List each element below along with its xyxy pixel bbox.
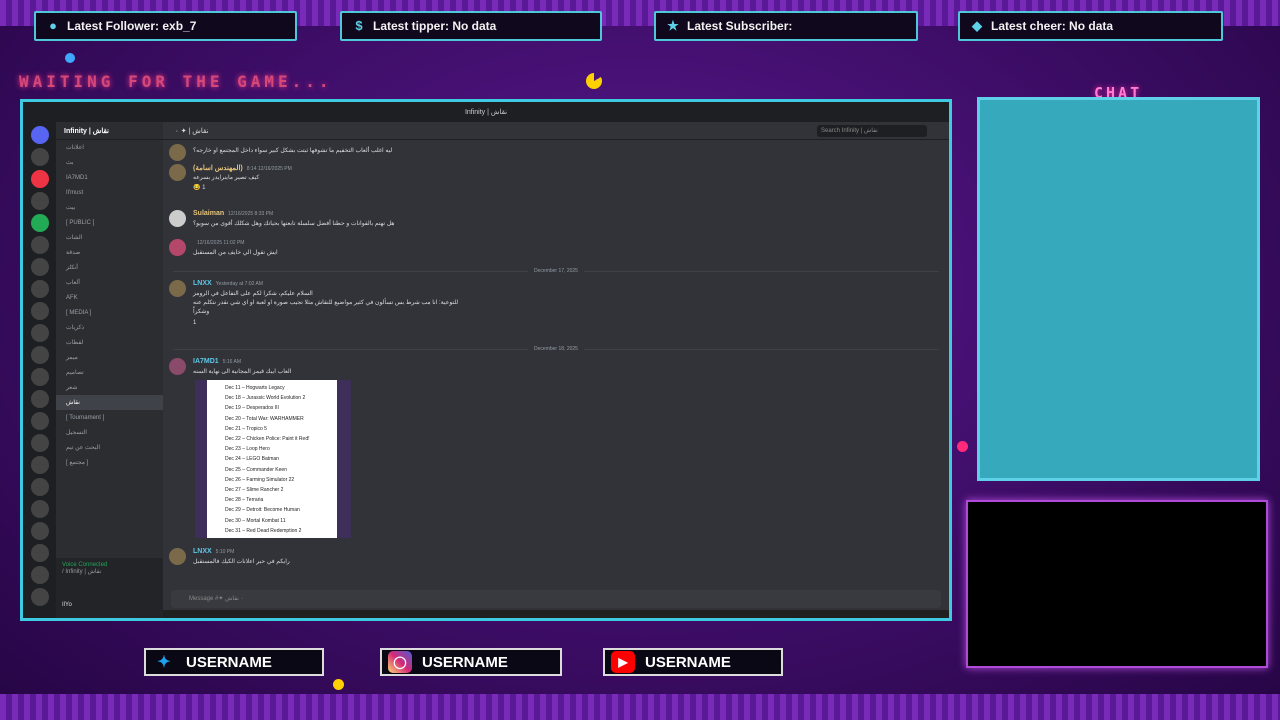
reaction[interactable]: 1	[193, 320, 593, 326]
channel-item[interactable]: بيت	[56, 200, 163, 215]
webcam-box	[966, 500, 1268, 668]
social-youtube: ▶ USERNAME	[603, 648, 783, 676]
instagram-username: USERNAME	[422, 653, 508, 671]
channel-item[interactable]: التسجيل	[56, 425, 163, 440]
user-panel: IlYo	[56, 592, 163, 618]
channel-category[interactable]: [ Tournament ]	[56, 410, 163, 425]
channel-item[interactable]: AFK	[56, 290, 163, 305]
server-list[interactable]	[23, 122, 56, 618]
channel-item[interactable]: لقطات	[56, 335, 163, 350]
channel-item[interactable]: الشات	[56, 230, 163, 245]
server-name[interactable]: Infinity | نقاش	[56, 122, 163, 140]
instagram-icon: ◯	[388, 651, 412, 673]
window-title: Infinity | نقاش	[464, 109, 508, 116]
waiting-text: WAITING FOR THE GAME...	[19, 72, 333, 91]
date-divider: December 18, 2025	[173, 346, 939, 352]
screen-capture-frame: Infinity | نقاش Infinity | نقاش اعلانات …	[20, 99, 952, 621]
channel-item[interactable]: اعلانات	[56, 140, 163, 155]
alert-tipper-label: Latest tipper: No data	[373, 19, 497, 33]
free-games-image[interactable]: Dec 11 – Hogwarts Legacy Dec 18 – Jurassi…	[195, 380, 351, 538]
reaction[interactable]: 😂 1	[193, 184, 593, 191]
pacman-icon	[586, 73, 602, 89]
social-twitter: ✦ USERNAME	[144, 648, 324, 676]
youtube-icon: ▶	[611, 651, 635, 673]
channel-item-selected[interactable]: نقاش	[56, 395, 163, 410]
star-icon: ★	[667, 18, 679, 33]
alert-follower-label: Latest Follower: exb_7	[67, 19, 197, 33]
channel-item[interactable]: أنكلز	[56, 260, 163, 275]
channel-header: نقاش | ✦ ٠ Search Infinity | نقاش	[163, 122, 949, 140]
channel-title: نقاش | ✦ ٠	[175, 127, 209, 135]
channel-item[interactable]: صدقة	[56, 245, 163, 260]
channel-item[interactable]: ألعاب	[56, 275, 163, 290]
channel-item[interactable]: شعر	[56, 380, 163, 395]
channel-category[interactable]: [ مجتمع ]	[56, 455, 163, 470]
pellet-decoration	[333, 679, 344, 690]
alert-follower: ● Latest Follower: exb_7	[34, 11, 297, 41]
user-name[interactable]: IlYo	[62, 602, 72, 608]
ghost-icon	[65, 53, 75, 63]
alert-subscriber-label: Latest Subscriber:	[687, 19, 793, 33]
twitter-icon: ✦	[157, 654, 171, 671]
channel-category[interactable]: [ PUBLIC ]	[56, 215, 163, 230]
diamond-icon: ◆	[972, 18, 982, 33]
alert-cheer-label: Latest cheer: No data	[991, 19, 1114, 33]
voice-panel: Voice Connected / Infinity | نقاش	[56, 558, 163, 592]
channel-item[interactable]: ميمز	[56, 350, 163, 365]
twitter-username: USERNAME	[186, 653, 272, 671]
bottom-pixel-border	[0, 694, 1280, 720]
dollar-icon: $	[355, 18, 363, 33]
channel-item[interactable]: تصاميم	[56, 365, 163, 380]
channel-sidebar: Infinity | نقاش اعلانات بث IA7MD1 Il'mus…	[56, 122, 163, 618]
channel-category[interactable]: [ MEDIA ]	[56, 305, 163, 320]
message-input[interactable]: Message #✦ ٠ نقاش	[171, 590, 941, 608]
channel-item[interactable]: البحث عن تيم	[56, 440, 163, 455]
alert-cheer: ◆ Latest cheer: No data	[958, 11, 1223, 41]
social-instagram: ◯ USERNAME	[380, 648, 562, 676]
voice-channel[interactable]: / Infinity | نقاش	[62, 568, 157, 575]
channel-item[interactable]: بث	[56, 155, 163, 170]
channel-item[interactable]: Il'must	[56, 185, 163, 200]
alert-subscriber: ★ Latest Subscriber:	[654, 11, 918, 41]
alert-tipper: $ Latest tipper: No data	[340, 11, 602, 41]
taskbar	[163, 610, 949, 618]
search-input[interactable]: Search Infinity | نقاش	[817, 125, 927, 137]
date-divider: December 17, 2025	[173, 268, 939, 274]
chat-box	[977, 97, 1260, 481]
channel-item[interactable]: ذكريات	[56, 320, 163, 335]
user-icon: ●	[49, 18, 57, 33]
dot-decoration	[957, 441, 968, 452]
discord-titlebar: Infinity | نقاش	[23, 102, 949, 122]
youtube-username: USERNAME	[645, 653, 731, 671]
chat-pane: نقاش | ✦ ٠ Search Infinity | نقاش ليه اغ…	[163, 122, 949, 618]
channel-item[interactable]: IA7MD1	[56, 170, 163, 185]
